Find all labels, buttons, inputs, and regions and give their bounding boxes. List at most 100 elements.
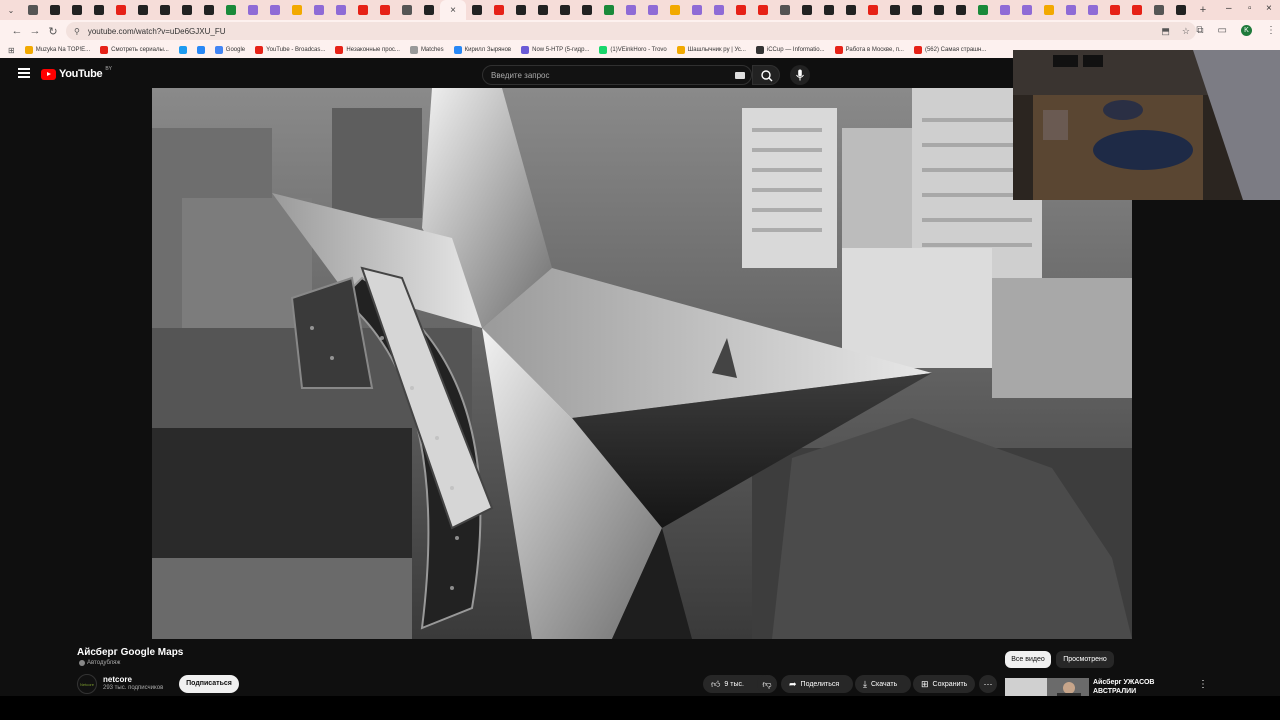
recommendation-menu-icon[interactable]: ⋮ [1198,679,1208,690]
install-app-icon[interactable]: ⬒ [1161,26,1170,37]
browser-tab[interactable] [576,0,598,20]
browser-tab[interactable] [1082,0,1104,20]
browser-tab[interactable] [774,0,796,20]
browser-tab[interactable]: × [440,0,466,20]
browser-tab[interactable] [1038,0,1060,20]
browser-tab[interactable] [620,0,642,20]
browser-tab[interactable] [88,0,110,20]
browser-tab[interactable] [308,0,330,20]
menu-icon[interactable] [18,68,30,78]
browser-tab[interactable] [22,0,44,20]
browser-tab[interactable] [884,0,906,20]
bookmark-item[interactable]: Кирилл Зырянов [453,46,511,54]
browser-tab[interactable] [598,0,620,20]
browser-tab[interactable] [928,0,950,20]
browser-tab[interactable] [906,0,928,20]
voice-search-button[interactable] [790,65,810,85]
reload-icon[interactable]: ↻ [44,25,62,38]
search-input[interactable]: Введите запрос [482,65,752,85]
browser-tab[interactable] [708,0,730,20]
browser-tab[interactable] [286,0,308,20]
apps-grid-icon[interactable]: ⊞ [8,46,15,55]
browser-tab[interactable] [176,0,198,20]
bookmark-star-icon[interactable]: ☆ [1182,26,1190,37]
browser-tab[interactable] [510,0,532,20]
browser-tab[interactable] [664,0,686,20]
tab-list-button[interactable]: ⌄ [0,0,22,20]
browser-tab[interactable] [154,0,176,20]
browser-tab[interactable] [132,0,154,20]
back-icon[interactable]: ← [8,25,26,37]
bookmark-item[interactable]: (562) Самая страшн... [913,46,986,54]
profile-avatar[interactable]: K [1241,25,1252,36]
bookmark-item[interactable]: iCCup — Informatio... [755,46,825,54]
browser-menu-icon[interactable]: ⋮ [1266,25,1276,36]
bookmark-item[interactable] [178,46,187,54]
browser-tab[interactable] [686,0,708,20]
browser-tab[interactable] [818,0,840,20]
address-bar[interactable]: ⚲ youtube.com/watch?v=uDe6GJXU_FU ⬒ ☆ [66,22,1196,40]
browser-tab[interactable] [1126,0,1148,20]
site-info-icon[interactable]: ⚲ [74,27,80,36]
bookmark-item[interactable]: Работа в Москве, п... [834,46,904,54]
browser-tab[interactable] [66,0,88,20]
share-button[interactable]: ➦ Поделиться [781,675,853,693]
browser-tab[interactable] [1016,0,1038,20]
bookmark-item[interactable]: (1)VEinkHoro - Trovo [599,46,667,54]
chip-all-videos[interactable]: Все видео [1005,651,1051,668]
video-player[interactable] [152,88,1132,639]
browser-tab[interactable] [352,0,374,20]
youtube-logo[interactable]: YouTube BY [41,66,112,80]
more-actions-button[interactable]: ⋯ [979,675,997,693]
side-panel-icon[interactable]: ▭ [1218,25,1227,36]
download-button[interactable]: ⤓ Скачать [855,675,911,693]
browser-tab[interactable] [752,0,774,20]
keyboard-icon[interactable] [735,72,745,79]
bookmark-item[interactable]: Muzyka Na TOP!E... [24,46,90,54]
chip-watched[interactable]: Просмотрено [1056,651,1114,668]
browser-tab[interactable] [972,0,994,20]
bookmark-item[interactable]: Now 5-HTP (5-гидр... [521,46,589,54]
channel-name[interactable]: netcore [103,675,132,684]
browser-tab[interactable] [554,0,576,20]
browser-tab[interactable] [1148,0,1170,20]
browser-tab[interactable] [110,0,132,20]
browser-tab[interactable] [242,0,264,20]
save-button[interactable]: ⊞ Сохранить [913,675,975,693]
browser-tab[interactable] [730,0,752,20]
bookmark-item[interactable]: Шашлычник ру | Ус... [676,46,746,54]
subscribe-button[interactable]: Подписаться [179,675,239,693]
extensions-icon[interactable]: ⧉ [1196,25,1203,36]
bookmark-item[interactable]: YouTube - Broadcas... [255,46,325,54]
forward-icon[interactable]: → [26,25,44,37]
close-tab-icon[interactable]: × [450,5,456,16]
browser-tab[interactable] [488,0,510,20]
browser-tab[interactable] [44,0,66,20]
browser-tab[interactable] [374,0,396,20]
browser-tab[interactable] [466,0,488,20]
browser-tab[interactable] [642,0,664,20]
browser-tab[interactable] [264,0,286,20]
recommendation-title[interactable]: Айсберг УЖАСОВ АВСТРАЛИИ [1093,678,1183,696]
browser-tab[interactable] [418,0,440,20]
bookmark-item[interactable] [196,46,205,54]
new-tab-button[interactable]: + [1192,0,1214,20]
browser-tab[interactable] [532,0,554,20]
browser-tab[interactable] [330,0,352,20]
bookmark-item[interactable]: Незаконные прос... [335,46,400,54]
browser-tab[interactable] [862,0,884,20]
dislike-button[interactable]: 👎︎ [757,675,777,693]
browser-tab[interactable] [1060,0,1082,20]
browser-tab[interactable] [796,0,818,20]
browser-tab[interactable] [994,0,1016,20]
minimize-icon[interactable]: – [1226,3,1232,14]
browser-tab[interactable] [840,0,862,20]
browser-tab[interactable] [1104,0,1126,20]
browser-tab[interactable] [198,0,220,20]
browser-tab[interactable] [396,0,418,20]
maximize-icon[interactable]: ▫ [1248,3,1252,14]
bookmark-item[interactable]: Смотреть сериалы... [100,46,169,54]
browser-tab[interactable] [220,0,242,20]
bookmark-item[interactable]: Matches [409,46,444,54]
bookmark-item[interactable]: Google [214,46,245,54]
